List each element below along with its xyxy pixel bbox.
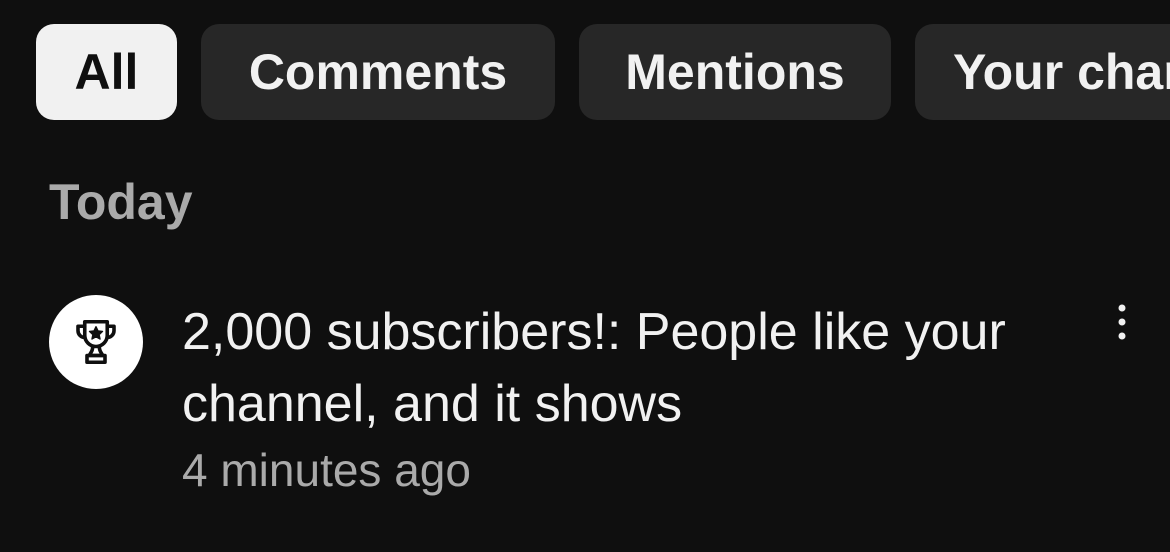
chip-all[interactable]: All (36, 24, 177, 120)
notification-item[interactable]: 2,000 subscribers!: People like your cha… (0, 280, 1170, 510)
chip-your-channel-label: Your channel (953, 44, 1170, 100)
chip-all-label: All (74, 44, 139, 100)
chip-your-channel[interactable]: Your channel (915, 24, 1170, 120)
chip-mentions-label: Mentions (625, 44, 845, 100)
chip-comments[interactable]: Comments (201, 24, 555, 120)
section-heading-today: Today (49, 174, 193, 230)
notification-title: 2,000 subscribers!: People like your cha… (182, 303, 1006, 433)
more-options-button[interactable] (1100, 298, 1144, 346)
notification-time: 4 minutes ago (182, 444, 471, 496)
chip-comments-label: Comments (248, 44, 508, 100)
more-vertical-icon (1118, 304, 1126, 340)
filter-chip-bar: All Comments Mentions Your channel (0, 0, 1170, 140)
trophy-icon (76, 319, 116, 365)
chip-mentions[interactable]: Mentions (579, 24, 891, 120)
notification-avatar (49, 295, 143, 389)
